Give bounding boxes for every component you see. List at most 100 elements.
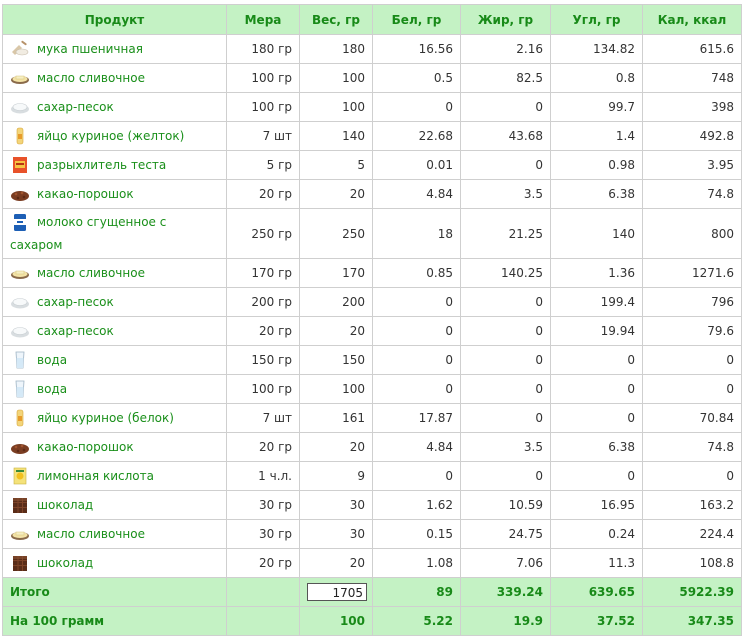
- weight-cell: 5: [299, 150, 373, 180]
- chocolate-icon: [10, 495, 30, 515]
- weight-cell: 100: [299, 63, 373, 93]
- column-header-product: Продукт: [2, 4, 227, 35]
- protein-cell: 0: [372, 461, 461, 491]
- protein-cell: 0: [372, 287, 461, 317]
- cocoa-icon: [10, 184, 30, 204]
- weight-cell: 250: [299, 208, 373, 259]
- carbs-cell: 6.38: [550, 432, 643, 462]
- product-link[interactable]: лимонная кислота: [37, 469, 154, 483]
- total-row: Итого 1705 89 339.24 639.65 5922.39: [2, 577, 742, 607]
- product-link[interactable]: яйцо куриное (белок): [37, 411, 174, 425]
- per100-label: На 100 грамм: [2, 606, 227, 636]
- product-cell: вода: [2, 345, 227, 375]
- weight-cell: 161: [299, 403, 373, 433]
- column-header-fat: Жир, гр: [460, 4, 551, 35]
- product-link[interactable]: шоколад: [37, 556, 93, 570]
- table-row: сахар-песок 20 гр 20 0 0 19.94 79.6: [2, 316, 742, 346]
- fat-cell: 82.5: [460, 63, 551, 93]
- per100-carbs: 37.52: [550, 606, 643, 636]
- product-link[interactable]: мука пшеничная: [37, 42, 143, 56]
- butter-icon: [10, 263, 30, 283]
- table-row: сахар-песок 100 гр 100 0 0 99.7 398: [2, 92, 742, 122]
- measure-cell: 100 гр: [226, 63, 300, 93]
- weight-cell: 140: [299, 121, 373, 151]
- product-link[interactable]: молоко сгущенное с сахаром: [10, 215, 166, 252]
- product-cell: сахар-песок: [2, 92, 227, 122]
- carbs-cell: 0: [550, 403, 643, 433]
- product-link[interactable]: масло сливочное: [37, 527, 145, 541]
- table-row: масло сливочное 30 гр 30 0.15 24.75 0.24 224.4: [2, 519, 742, 549]
- fat-cell: 0: [460, 316, 551, 346]
- product-link[interactable]: сахар-песок: [37, 100, 114, 114]
- product-cell: масло сливочное: [2, 258, 227, 288]
- carbs-cell: 19.94: [550, 316, 643, 346]
- product-cell: шоколад: [2, 490, 227, 520]
- table-row: яйцо куриное (желток) 7 шт 140 22.68 43.68 1.…: [2, 121, 742, 151]
- protein-cell: 16.56: [372, 34, 461, 64]
- protein-cell: 0.5: [372, 63, 461, 93]
- kcal-cell: 800: [642, 208, 742, 259]
- product-link[interactable]: вода: [37, 353, 67, 367]
- product-cell: яйцо куриное (белок): [2, 403, 227, 433]
- carbs-cell: 0: [550, 374, 643, 404]
- measure-cell: 1 ч.л.: [226, 461, 300, 491]
- butter-icon: [10, 524, 30, 544]
- kcal-cell: 163.2: [642, 490, 742, 520]
- product-link[interactable]: какао-порошок: [37, 187, 134, 201]
- total-weight-input[interactable]: 1705: [307, 583, 367, 601]
- kcal-cell: 224.4: [642, 519, 742, 549]
- protein-cell: 4.84: [372, 179, 461, 209]
- measure-cell: 100 гр: [226, 374, 300, 404]
- measure-cell: 20 гр: [226, 316, 300, 346]
- measure-cell: 180 гр: [226, 34, 300, 64]
- protein-cell: 1.62: [372, 490, 461, 520]
- flour-icon: [10, 39, 30, 59]
- carbs-cell: 6.38: [550, 179, 643, 209]
- fat-cell: 43.68: [460, 121, 551, 151]
- product-link[interactable]: какао-порошок: [37, 440, 134, 454]
- fat-cell: 3.5: [460, 432, 551, 462]
- product-cell: лимонная кислота: [2, 461, 227, 491]
- condensed-milk-icon: [10, 212, 30, 232]
- table-row: шоколад 30 гр 30 1.62 10.59 16.95 163.2: [2, 490, 742, 520]
- protein-cell: 22.68: [372, 121, 461, 151]
- table-row: молоко сгущенное с сахаром 250 гр 250 18 21.…: [2, 208, 742, 259]
- baking-powder-icon: [10, 155, 30, 175]
- product-link[interactable]: масло сливочное: [37, 71, 145, 85]
- weight-cell: 30: [299, 519, 373, 549]
- carbs-cell: 199.4: [550, 287, 643, 317]
- column-header-protein: Бел, гр: [372, 4, 461, 35]
- weight-cell: 200: [299, 287, 373, 317]
- chocolate-icon: [10, 553, 30, 573]
- product-link[interactable]: сахар-песок: [37, 295, 114, 309]
- product-cell: мука пшеничная: [2, 34, 227, 64]
- product-link[interactable]: сахар-песок: [37, 324, 114, 338]
- measure-cell: 150 гр: [226, 345, 300, 375]
- measure-cell: 5 гр: [226, 150, 300, 180]
- fat-cell: 0: [460, 287, 551, 317]
- fat-cell: 0: [460, 403, 551, 433]
- butter-icon: [10, 68, 30, 88]
- product-link[interactable]: яйцо куриное (желток): [37, 129, 184, 143]
- fat-cell: 0: [460, 92, 551, 122]
- table-row: вода 150 гр 150 0 0 0 0: [2, 345, 742, 375]
- cocoa-icon: [10, 437, 30, 457]
- total-label: Итого: [2, 577, 227, 607]
- carbs-cell: 1.36: [550, 258, 643, 288]
- product-link[interactable]: масло сливочное: [37, 266, 145, 280]
- water-glass-icon: [10, 350, 30, 370]
- measure-cell: 200 гр: [226, 287, 300, 317]
- product-link[interactable]: шоколад: [37, 498, 93, 512]
- table-row: шоколад 20 гр 20 1.08 7.06 11.3 108.8: [2, 548, 742, 578]
- kcal-cell: 0: [642, 461, 742, 491]
- fat-cell: 0: [460, 150, 551, 180]
- weight-cell: 150: [299, 345, 373, 375]
- protein-cell: 0.01: [372, 150, 461, 180]
- product-link[interactable]: разрыхлитель теста: [37, 158, 166, 172]
- weight-cell: 20: [299, 432, 373, 462]
- per100-protein: 5.22: [372, 606, 461, 636]
- kcal-cell: 70.84: [642, 403, 742, 433]
- measure-cell: 20 гр: [226, 548, 300, 578]
- product-link[interactable]: вода: [37, 382, 67, 396]
- fat-cell: 21.25: [460, 208, 551, 259]
